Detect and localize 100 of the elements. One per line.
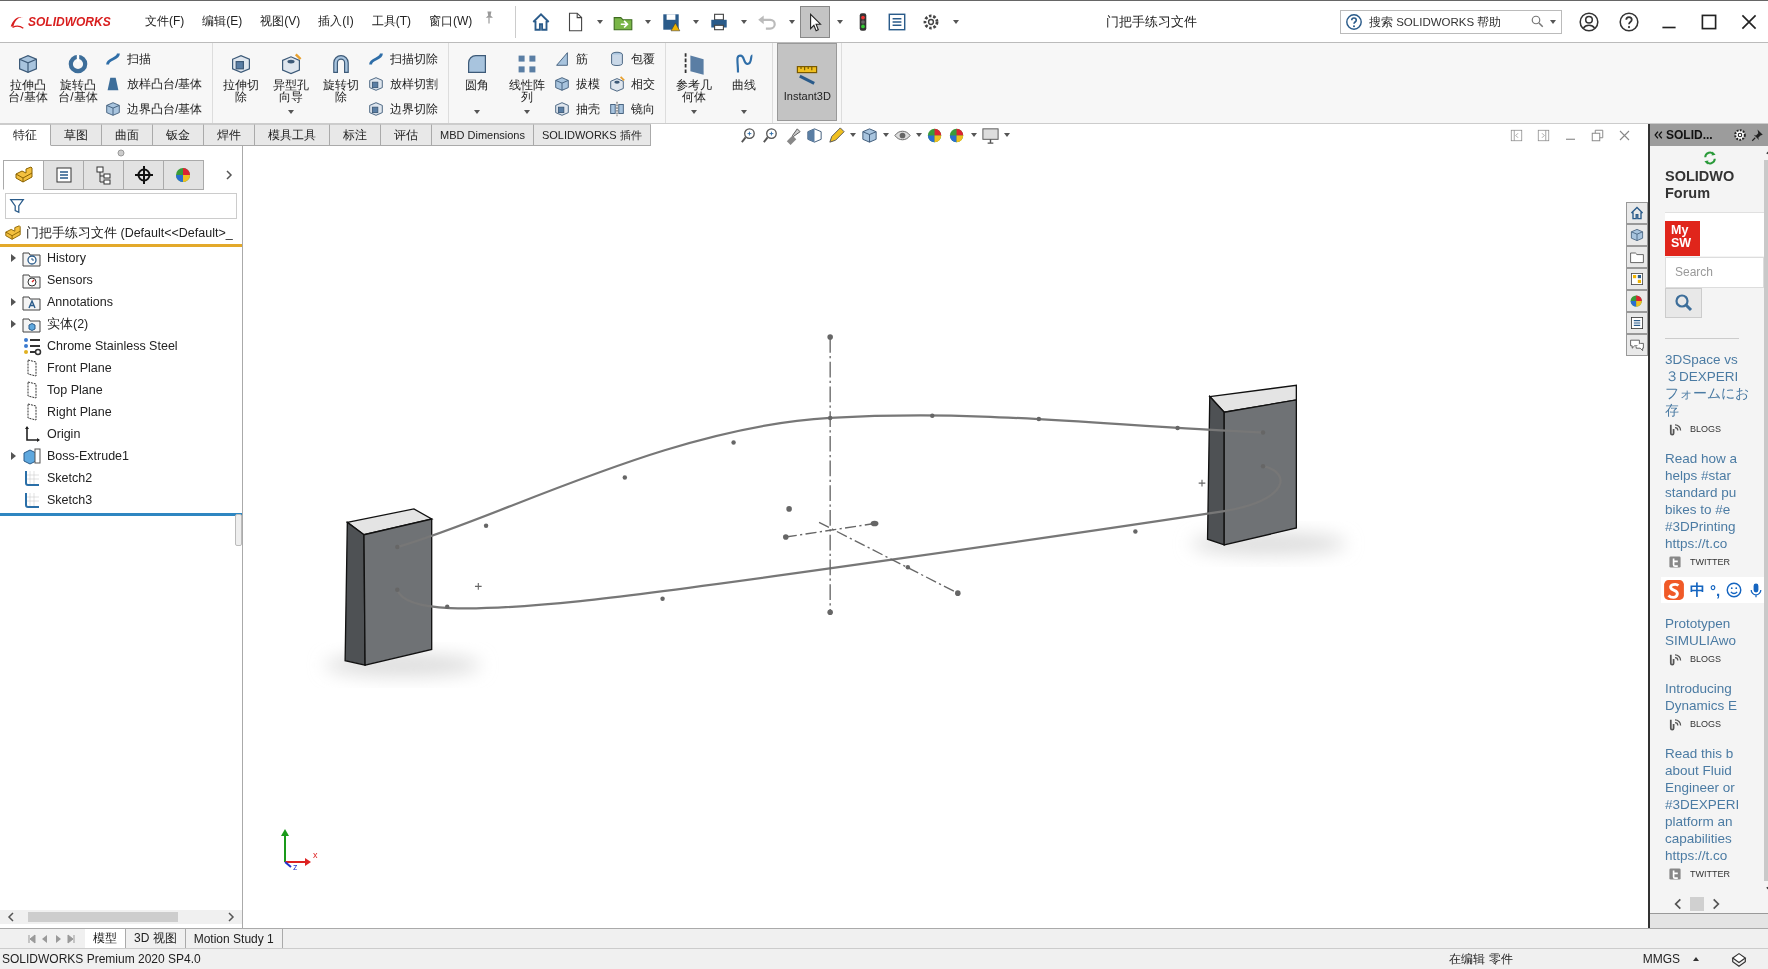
post-link[interactable]: Introducing Dynamics E bbox=[1665, 680, 1764, 714]
axis-line[interactable] bbox=[783, 506, 879, 540]
caret-icon[interactable] bbox=[914, 131, 923, 139]
tree-item[interactable]: Annotations bbox=[0, 291, 242, 313]
expand-arrow-icon[interactable] bbox=[9, 297, 17, 307]
command-tab[interactable]: 焊件 bbox=[204, 124, 255, 145]
ribbon-button[interactable]: 包覆 bbox=[608, 47, 662, 71]
caret-icon[interactable] bbox=[969, 131, 978, 139]
horizontal-scrollbar[interactable] bbox=[1650, 895, 1768, 914]
language-toggle[interactable]: 中 bbox=[1690, 580, 1705, 600]
ribbon-button[interactable]: 放样凸台/基体 bbox=[104, 72, 209, 96]
scroll-thumb[interactable] bbox=[28, 912, 178, 922]
task-pane-tab[interactable] bbox=[1626, 224, 1648, 246]
scroll-left-icon[interactable] bbox=[1672, 897, 1684, 911]
command-tab[interactable]: 曲面 bbox=[102, 124, 153, 145]
caret-icon[interactable] bbox=[881, 131, 890, 139]
smiley-icon[interactable] bbox=[1725, 581, 1744, 599]
menu-item[interactable]: 文件(F) bbox=[136, 9, 194, 34]
tree-item[interactable]: Right Plane bbox=[0, 401, 242, 423]
tree-item[interactable]: Top Plane bbox=[0, 379, 242, 401]
tree-item[interactable]: Sketch2 bbox=[0, 467, 242, 489]
search-input[interactable]: 搜索 SOLIDWORKS 帮助 bbox=[1367, 14, 1526, 29]
task-pane-tab[interactable] bbox=[1626, 290, 1648, 312]
scroll-left-icon[interactable] bbox=[6, 911, 16, 923]
command-tab[interactable]: MBD Dimensions bbox=[432, 124, 534, 145]
s-logo-icon[interactable] bbox=[1663, 579, 1685, 601]
ribbon-button[interactable]: 镜向 bbox=[608, 97, 662, 121]
command-tab[interactable]: 特征 bbox=[0, 124, 51, 146]
ribbon-button[interactable]: Instant3D bbox=[777, 43, 838, 121]
ribbon-button[interactable]: 边界切除 bbox=[367, 97, 445, 121]
tree-item[interactable]: Front Plane bbox=[0, 357, 242, 379]
post-link[interactable]: 3DSpace vs ３DEXPERI フォームにお 存 bbox=[1665, 351, 1764, 419]
ribbon-button[interactable]: 筋 bbox=[553, 47, 607, 71]
task-pane-tab[interactable] bbox=[1626, 202, 1648, 224]
magnifier-icon[interactable] bbox=[738, 125, 758, 145]
magnifier-icon[interactable] bbox=[760, 125, 780, 145]
command-tab[interactable]: 标注 bbox=[330, 124, 381, 145]
search-button[interactable] bbox=[1665, 287, 1702, 319]
pin-icon[interactable] bbox=[1750, 127, 1765, 143]
task-pane-tab[interactable] bbox=[1626, 246, 1648, 268]
expand-arrow-icon[interactable] bbox=[9, 451, 17, 461]
tree-item[interactable]: 门把手练习文件 (Default<<Default>_ bbox=[0, 222, 242, 247]
tree-item[interactable]: Sketch3 bbox=[0, 489, 242, 511]
post-link[interactable]: Read how a helps #star standard pu bikes to #e #3DPrinting https://t.co bbox=[1665, 450, 1764, 552]
ribbon-button[interactable]: 拔模 bbox=[553, 72, 607, 96]
monitor-icon[interactable] bbox=[980, 125, 1000, 145]
expand-arrow-icon[interactable] bbox=[9, 319, 17, 329]
menu-item[interactable]: 编辑(E) bbox=[193, 9, 252, 34]
restore-icon[interactable] bbox=[1590, 127, 1605, 143]
user-icon[interactable] bbox=[1578, 10, 1600, 33]
ribbon-button[interactable]: 曲线 bbox=[720, 45, 769, 119]
section-view-icon[interactable] bbox=[804, 125, 824, 145]
search-field[interactable]: Search bbox=[1665, 257, 1764, 288]
rebuild-icon[interactable] bbox=[1730, 950, 1748, 968]
tree-item[interactable]: Sensors bbox=[0, 269, 242, 291]
ribbon-button[interactable]: 旋转切 除 bbox=[317, 45, 366, 119]
splitter-handle[interactable] bbox=[235, 514, 242, 546]
command-tab[interactable]: 草图 bbox=[51, 124, 102, 145]
scroll-right-icon[interactable] bbox=[1710, 897, 1722, 911]
tree-item[interactable]: Boss-Extrude1 bbox=[0, 445, 242, 467]
axis-line[interactable] bbox=[827, 334, 833, 616]
axis-line[interactable] bbox=[818, 521, 961, 596]
ribbon-button[interactable]: 线性阵 列 bbox=[503, 45, 552, 119]
menu-item[interactable]: 工具(T) bbox=[362, 9, 420, 34]
ribbon-button[interactable]: 相交 bbox=[608, 72, 662, 96]
ribbon-button[interactable]: 抽壳 bbox=[553, 97, 607, 121]
command-tab[interactable]: SOLIDWORKS 插件 bbox=[533, 124, 651, 145]
help-search-field[interactable]: 搜索 SOLIDWORKS 帮助 bbox=[1340, 9, 1562, 34]
ribbon-button[interactable]: 拉伸凸 台/基体 bbox=[4, 45, 52, 119]
caret-up-icon[interactable] bbox=[1692, 955, 1700, 963]
panel-tab[interactable] bbox=[123, 160, 164, 190]
chevron-right-icon[interactable] bbox=[224, 169, 234, 181]
post-link[interactable]: Prototypen SIMULIAwo bbox=[1665, 615, 1764, 649]
sketch-curve[interactable] bbox=[395, 463, 1281, 610]
horizontal-scrollbar[interactable] bbox=[0, 910, 242, 924]
menu-item[interactable]: 视图(V) bbox=[251, 9, 310, 34]
tree-item[interactable]: Origin bbox=[0, 423, 242, 445]
tile-right-icon[interactable] bbox=[1536, 127, 1551, 143]
ribbon-button[interactable]: 参考几 何体 bbox=[670, 45, 719, 119]
punctuation-toggle[interactable]: °, bbox=[1710, 581, 1721, 599]
tree-item[interactable]: History bbox=[0, 247, 242, 269]
sketch-curve[interactable] bbox=[395, 413, 1266, 550]
ribbon-button[interactable]: 旋转凸 台/基体 bbox=[54, 45, 102, 119]
menu-item[interactable]: 插入(I) bbox=[309, 9, 363, 34]
ribbon-button[interactable]: 扫描 bbox=[104, 47, 209, 71]
filter-field[interactable] bbox=[5, 193, 237, 219]
scroll-right-icon[interactable] bbox=[226, 911, 236, 923]
ribbon-button[interactable]: 边界凸台/基体 bbox=[104, 97, 209, 121]
ribbon-button[interactable]: 圆角 bbox=[453, 45, 502, 119]
task-pane-tab[interactable] bbox=[1626, 334, 1648, 356]
ribbon-button[interactable]: 扫描切除 bbox=[367, 47, 445, 71]
ribbon-button[interactable]: 放样切割 bbox=[367, 72, 445, 96]
ribbon-button[interactable]: 异型孔 向导 bbox=[267, 45, 316, 119]
cube-icon[interactable] bbox=[859, 125, 879, 145]
ribbon-button[interactable]: 拉伸切 除 bbox=[217, 45, 266, 119]
caret-icon[interactable] bbox=[848, 131, 857, 139]
post-link[interactable]: Read this b about Fluid Engineer or #3DEXPERI platform an capabilities https://t.co bbox=[1665, 745, 1764, 864]
bottom-tab[interactable]: 模型 bbox=[85, 929, 126, 948]
solid-block[interactable] bbox=[344, 508, 434, 666]
solid-block[interactable] bbox=[1206, 384, 1297, 546]
